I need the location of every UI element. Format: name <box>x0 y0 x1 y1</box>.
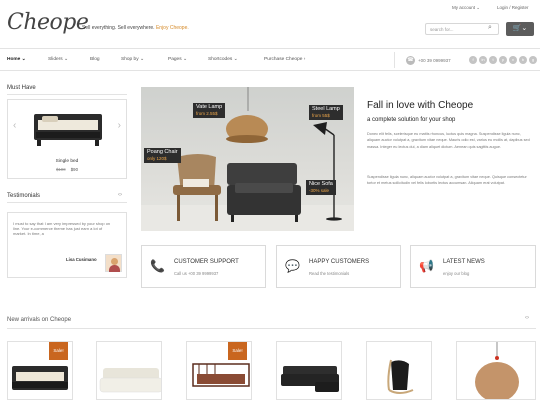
new-arrivals-title: New arrivals on Cheope <box>7 317 72 323</box>
tagline: Sell everything. Sell everywhere. Enjoy … <box>82 25 189 31</box>
nav-shortcodes[interactable]: Shortcodes ⌄ <box>208 57 238 62</box>
product-card-sofa-black[interactable] <box>276 341 342 400</box>
chat-icon: 💬 <box>285 259 300 273</box>
sale-badge: Sale! <box>228 342 247 360</box>
product-name[interactable]: Single bed <box>8 159 126 164</box>
product-image <box>475 342 519 399</box>
product-card-sofa-white[interactable] <box>96 341 162 400</box>
vimeo-icon[interactable]: v <box>509 56 517 64</box>
divider <box>7 94 127 95</box>
twitter-icon[interactable]: t <box>489 56 497 64</box>
megaphone-icon: 📢 <box>419 259 434 273</box>
product-card-bed[interactable]: Sale! <box>7 341 73 400</box>
hero-label-steel-lamp[interactable]: Steel Lamp from 55$ <box>309 105 343 120</box>
cart-icon: 🛒 <box>512 25 522 32</box>
testimonial-author: Lisa Cusimano <box>66 257 97 262</box>
divider <box>7 202 127 203</box>
old-price: $100 <box>56 167 66 172</box>
phone-icon: ☎ <box>406 56 415 65</box>
login-link[interactable]: Login / Register <box>497 5 529 10</box>
single-bed-image[interactable] <box>32 110 104 148</box>
pinterest-icon[interactable]: p <box>499 56 507 64</box>
product-card-iron-bed[interactable]: Sale! <box>186 341 252 400</box>
product-image <box>387 359 414 394</box>
hero-banner[interactable]: Vate Lamp from 2.55$ Steel Lamp from 55$… <box>141 87 354 231</box>
hero-label-poang-chair[interactable]: Poang Chair only 120$ <box>144 148 181 163</box>
testimonial-text: I must to say that I am very impressed b… <box>13 221 111 236</box>
tagline-main: Sell everything. Sell everywhere. <box>82 25 155 31</box>
feature-subtitle: enjoy our blog <box>443 271 470 276</box>
intro-paragraph-2: Suspendisse ligula nunc, aliquam auctor … <box>367 175 527 186</box>
linkedin-icon[interactable]: in <box>479 56 487 64</box>
feature-title: CUSTOMER SUPPORT <box>174 259 239 265</box>
cart-button[interactable]: 🛒⌄ <box>506 22 534 36</box>
my-account-link[interactable]: My account ⌄ <box>452 5 480 11</box>
feature-subtitle: Read the testimonials <box>309 271 350 276</box>
nav-pages[interactable]: Pages ⌄ <box>168 57 187 62</box>
nav-purchase[interactable]: Purchase Cheope › <box>264 57 305 62</box>
hero-label-nice-sofa[interactable]: Nice Sofa -30% sale <box>306 180 336 195</box>
search-icon[interactable]: ⌕ <box>488 24 492 32</box>
hero-label-vate-lamp[interactable]: Vate Lamp from 2.55$ <box>193 103 226 118</box>
new-price: $90 <box>70 167 78 172</box>
product-card-chair[interactable] <box>366 341 432 400</box>
nav-shop-by[interactable]: Shop by ⌄ <box>121 57 144 62</box>
testimonial-box: I must to say that I am very impressed b… <box>7 212 127 278</box>
facebook-icon[interactable]: f <box>469 56 477 64</box>
must-have-box: ‹ › Single bed $100 $90 <box>7 99 127 179</box>
feature-title: HAPPY CUSTOMERS <box>309 259 370 265</box>
carousel-prev-icon[interactable]: ‹ <box>13 120 16 131</box>
must-have-title: Must Have <box>7 85 36 91</box>
product-card-lamp[interactable] <box>456 341 536 400</box>
product-price: $100 $90 <box>8 167 126 172</box>
feature-happy-customers[interactable]: 💬 HAPPY CUSTOMERS Read the testimonials <box>276 245 401 288</box>
intro-paragraph-1: Donec elit felis, scelerisque eu mattis … <box>367 132 530 149</box>
tagline-accent: Enjoy Cheope. <box>155 25 189 31</box>
divider <box>0 48 540 49</box>
google-icon[interactable]: g <box>529 56 537 64</box>
site-logo[interactable]: Cheope <box>7 10 89 35</box>
testimonial-nav-icon[interactable]: ‹› <box>118 192 122 198</box>
phone-icon: 📞 <box>150 259 165 273</box>
feature-latest-news[interactable]: 📢 LATEST NEWS enjoy our blog <box>410 245 536 288</box>
feature-customer-support[interactable]: 📞 CUSTOMER SUPPORT Call us +00 39 999993… <box>141 245 266 288</box>
phone-number: +00 39 0999937 <box>418 58 451 63</box>
nav-divider <box>394 52 395 68</box>
blogger-icon[interactable]: b <box>519 56 527 64</box>
carousel-next-icon[interactable]: › <box>118 120 121 131</box>
feature-title: LATEST NEWS <box>443 259 485 265</box>
nav-home[interactable]: Home ⌄ <box>7 57 26 62</box>
intro-subtitle: a complete solution for your shop <box>367 117 456 123</box>
avatar <box>105 254 122 272</box>
divider <box>7 328 536 329</box>
sale-badge: Sale! <box>49 342 68 360</box>
product-image <box>99 368 161 393</box>
intro-title: Fall in love with Cheope <box>367 100 474 111</box>
feature-subtitle: Call us +00 39 9999937 <box>174 271 219 276</box>
testimonials-title: Testimonials <box>7 193 41 199</box>
nav-sliders[interactable]: Sliders ⌄ <box>48 57 68 62</box>
product-image <box>281 366 339 392</box>
arrivals-nav-icon[interactable]: ‹› <box>525 315 529 321</box>
divider <box>0 70 540 71</box>
nav-blog[interactable]: Blog <box>90 57 100 62</box>
